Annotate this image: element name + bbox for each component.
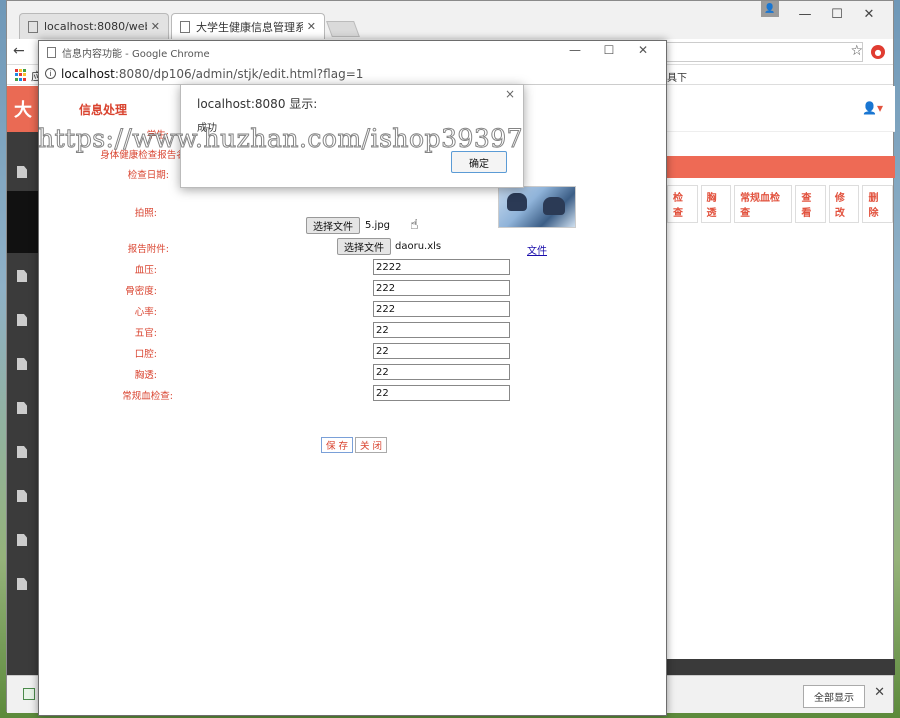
file-icon[interactable] — [17, 578, 27, 590]
save-button[interactable]: 保 存 — [321, 437, 354, 453]
url-path: :8080/dp106/admin/stjk/edit.html?flag=1 — [114, 66, 364, 81]
op-button[interactable]: 删除 — [862, 185, 893, 223]
close-icon[interactable]: × — [505, 87, 515, 101]
heart-rate-input[interactable] — [373, 301, 510, 317]
url-host: localhost — [61, 66, 115, 81]
file-icon[interactable] — [17, 314, 27, 326]
brand-logo: 大 — [7, 86, 39, 132]
new-tab-button[interactable] — [326, 21, 360, 37]
window-controls: — ☐ ✕ — [789, 3, 885, 25]
file-icon[interactable] — [17, 166, 27, 178]
photo-preview — [498, 186, 576, 228]
alert-message: 成功 — [197, 123, 217, 134]
sidebar-active-block — [7, 191, 39, 253]
field-label: 常规血检查: — [122, 391, 173, 402]
apps-icon[interactable] — [15, 69, 27, 81]
op-button[interactable]: 检查 — [667, 185, 698, 223]
alert-title: localhost:8080 显示: — [197, 97, 318, 111]
bookmark-item[interactable]: 具下 — [667, 69, 687, 84]
page-icon — [47, 46, 56, 58]
popup-title: 信息内容功能 - Google Chrome — [62, 48, 210, 60]
hand-cursor-icon: ☝ — [410, 217, 419, 233]
page-heading: 信息处理 — [79, 103, 128, 117]
photo-figure — [507, 193, 527, 211]
tab-bar: localhost:8080/webtoo ✕ 大学生健康信息管理系统 ✕ 👤 … — [7, 1, 893, 39]
file-icon[interactable] — [17, 402, 27, 414]
file-icon[interactable] — [17, 358, 27, 370]
popup-window-controls: — ☐ ✕ — [558, 43, 660, 57]
op-button[interactable]: 常规血检查 — [734, 185, 793, 223]
table-header-bar — [667, 156, 895, 178]
file-icon[interactable] — [17, 534, 27, 546]
choose-photo-button[interactable]: 选择文件 — [306, 217, 360, 234]
show-all-button[interactable]: 全部显示 — [803, 685, 865, 708]
minimize-icon[interactable]: — — [558, 43, 592, 57]
page-icon — [28, 20, 38, 33]
tab-health-system[interactable]: 大学生健康信息管理系统 ✕ — [171, 13, 325, 39]
field-label: 五官: — [134, 328, 157, 339]
excel-file-icon[interactable] — [23, 688, 35, 700]
tab-webtoo[interactable]: localhost:8080/webtoo ✕ — [19, 13, 169, 39]
field-label: 口腔: — [134, 349, 157, 360]
field-label: 骨密度: — [125, 286, 157, 297]
chest-xray-input[interactable] — [373, 364, 510, 380]
close-icon[interactable]: ✕ — [307, 20, 316, 33]
maximize-icon[interactable]: ☐ — [821, 3, 853, 25]
photo-label: 拍照: — [134, 208, 157, 219]
close-icon[interactable]: ✕ — [874, 685, 885, 700]
report-name-label: 身体健康检查报告名: — [100, 150, 189, 161]
bone-density-input[interactable] — [373, 280, 510, 296]
popup-address-bar[interactable]: i localhost :8080/dp106/admin/stjk/edit.… — [39, 63, 666, 85]
info-icon[interactable]: i — [45, 68, 56, 79]
popup-titlebar: 信息内容功能 - Google Chrome — ☐ ✕ — [39, 41, 666, 63]
file-icon[interactable] — [17, 270, 27, 282]
page-icon — [180, 20, 190, 33]
star-icon[interactable]: ☆ — [850, 43, 863, 59]
file-icon[interactable] — [17, 490, 27, 502]
tab-label: 大学生健康信息管理系统 — [196, 20, 303, 34]
user-icon[interactable]: 👤▾ — [862, 101, 883, 115]
profile-icon[interactable]: 👤 — [761, 1, 779, 17]
tab-label: localhost:8080/webtoo — [44, 20, 147, 33]
photo-figure — [543, 197, 565, 215]
file-icon[interactable] — [17, 446, 27, 458]
blood-pressure-input[interactable] — [373, 259, 510, 275]
minimize-icon[interactable]: — — [789, 3, 821, 25]
choose-attachment-button[interactable]: 选择文件 — [337, 238, 391, 255]
oral-input[interactable] — [373, 343, 510, 359]
attachment-link[interactable]: 文件 — [527, 242, 547, 257]
field-label: 血压: — [134, 265, 157, 276]
maximize-icon[interactable]: ☐ — [592, 43, 626, 57]
ok-button[interactable]: 确定 — [451, 151, 507, 173]
photo-filename: 5.jpg — [365, 220, 391, 231]
close-button[interactable]: 关 闭 — [355, 437, 388, 453]
sidebar: 大 — [7, 86, 39, 713]
facial-features-input[interactable] — [373, 322, 510, 338]
attachment-filename: daoru.xls — [395, 241, 442, 252]
student-label: 学生: — [146, 130, 169, 141]
field-label: 心率: — [134, 307, 157, 318]
close-icon[interactable]: ✕ — [626, 43, 660, 57]
date-label: 检查日期: — [127, 170, 169, 181]
back-arrow-icon[interactable]: ← — [13, 43, 25, 59]
close-icon[interactable]: ✕ — [853, 3, 885, 25]
op-button[interactable]: 查看 — [795, 185, 826, 223]
op-button[interactable]: 修改 — [828, 185, 860, 223]
alert-dialog: localhost:8080 显示: × 成功 确定 — [180, 84, 524, 188]
field-label: 胸透: — [134, 370, 157, 381]
blood-test-input[interactable] — [373, 385, 510, 401]
attachment-label: 报告附件: — [127, 244, 169, 255]
close-icon[interactable]: ✕ — [151, 20, 160, 33]
address-bar[interactable] — [667, 42, 863, 62]
operation-buttons: 检查 胸透 常规血检查 查看 修改 删除 — [667, 185, 893, 223]
extension-icon[interactable]: ● — [871, 45, 885, 59]
op-button[interactable]: 胸透 — [700, 185, 732, 223]
